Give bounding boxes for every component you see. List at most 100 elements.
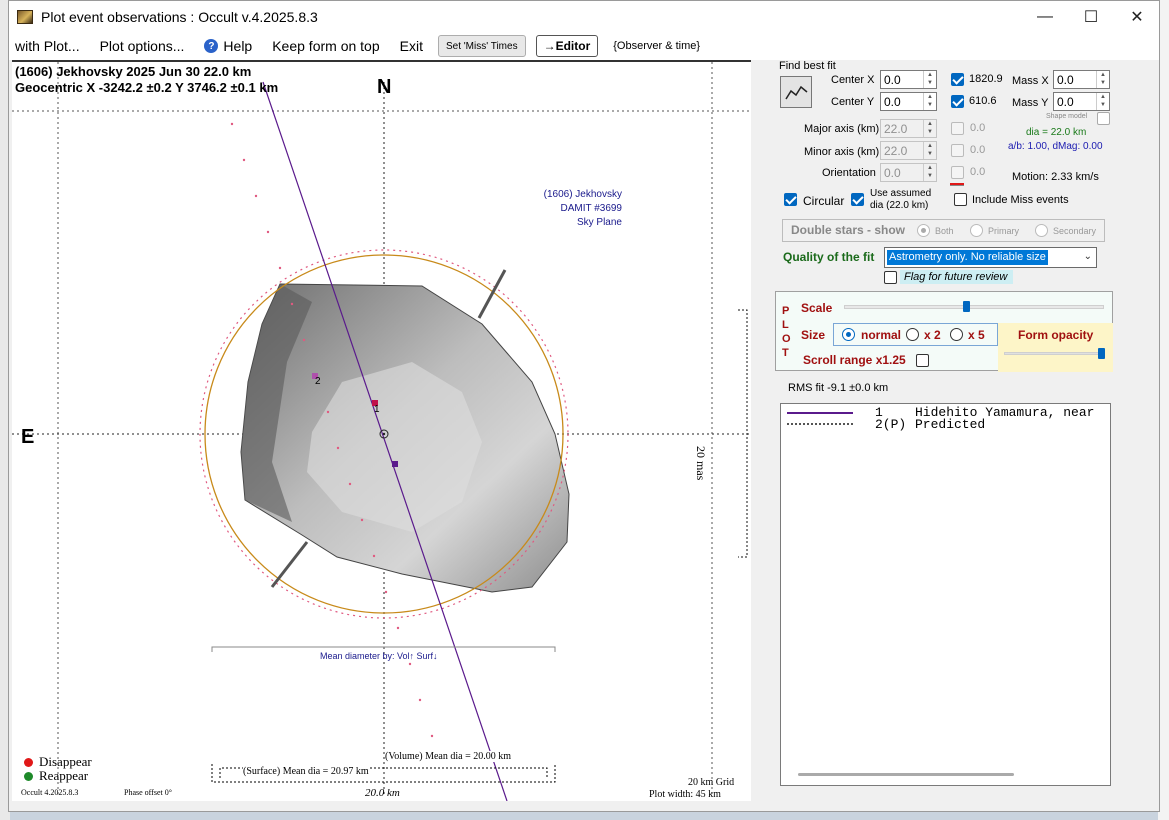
occult-app-icon (17, 9, 33, 24)
mass-y-input[interactable]: 0.0 ▲ ▼ (1053, 92, 1110, 111)
orientation-check-value: 0.0 (970, 166, 986, 178)
mass-y-check-value: 610.6 (969, 95, 997, 107)
diameter-label: dia = 22.0 km (1026, 127, 1087, 138)
scroll-range-checkbox[interactable] (916, 354, 929, 367)
major-axis-spinner[interactable]: ▲ ▼ (923, 120, 936, 137)
flag-review-label: Flag for future review (900, 270, 1014, 284)
version-label: Occult 4.2025.8.3 (21, 788, 79, 797)
mean-diameter-label: Mean diameter by: Vol↑ Surf↓ (320, 651, 438, 661)
help-icon: ? (204, 39, 219, 53)
mass-x-checkbox[interactable] (951, 73, 964, 86)
plot-header-line2: Geocentric X -3242.2 ±0.2 Y 3746.2 ±0.1 … (15, 80, 279, 95)
plot-width-label: Plot width: 45 km (649, 789, 721, 800)
legend-row2-number: 2(P) (875, 417, 907, 432)
ab-dmag-label: a/b: 1.00, dMag: 0.00 (1008, 141, 1103, 152)
find-best-fit-button[interactable] (780, 76, 812, 108)
surface-dia-label: (Surface) Mean dia = 20.97 km (243, 766, 369, 777)
scale-mas-label: 20 mas (694, 446, 708, 481)
set-miss-times-button[interactable]: Set 'Miss' Times (437, 35, 526, 57)
maximize-button[interactable]: ☐ (1068, 1, 1114, 32)
menu-help-label: Help (223, 38, 253, 54)
size-x5-label: x 5 (968, 328, 985, 342)
menu-exit[interactable]: Exit (390, 34, 433, 58)
chord-label-2: 2 (315, 376, 321, 387)
minor-axis-checkbox[interactable] (951, 144, 964, 157)
center-x-spinner[interactable]: ▲ ▼ (923, 71, 936, 88)
center-x-value: 0.0 (884, 72, 901, 87)
mass-x-input[interactable]: 0.0 ▲ ▼ (1053, 70, 1110, 89)
mass-y-spinner[interactable]: ▲ ▼ (1096, 93, 1109, 110)
quality-fit-dropdown[interactable]: Astrometry only. No reliable size ⌄ (884, 247, 1097, 268)
chevron-down-icon: ⌄ (1083, 251, 1092, 262)
grid-label: 20 km Grid (688, 777, 735, 788)
menu-keep-on-top[interactable]: Keep form on top (262, 34, 389, 58)
close-button[interactable]: ✕ (1114, 1, 1160, 32)
scroll-range-label: Scroll range x1.25 (803, 353, 906, 367)
flag-review-checkbox[interactable] (884, 271, 897, 284)
orientation-spinner[interactable]: ▲ ▼ (923, 164, 936, 181)
scale-bar-label: 20.0 km (365, 787, 400, 799)
minor-axis-label: Minor axis (km) (804, 146, 880, 158)
legend-horizontal-scrollbar[interactable] (798, 773, 1014, 776)
mass-y-value: 0.0 (1057, 94, 1074, 109)
window-title: Plot event observations : Occult v.4.202… (41, 8, 318, 25)
orientation-input[interactable]: 0.0 ▲ ▼ (880, 163, 937, 182)
mass-x-spinner[interactable]: ▲ ▼ (1096, 71, 1109, 88)
east-label: E (21, 426, 35, 448)
center-x-input[interactable]: 0.0 ▲ ▼ (880, 70, 937, 89)
center-y-spinner[interactable]: ▲ ▼ (923, 93, 936, 110)
minor-axis-input[interactable]: 22.0 ▲ ▼ (880, 141, 937, 160)
opacity-slider-track[interactable] (1004, 352, 1104, 355)
menu-with-plot[interactable]: with Plot... (9, 34, 90, 58)
secondary-label: Secondary (1053, 226, 1097, 236)
size-normal-radio[interactable] (842, 328, 855, 341)
use-assumed-checkbox[interactable] (851, 193, 864, 206)
menu-plot-options[interactable]: Plot options... (90, 34, 195, 58)
size-x5-radio[interactable] (950, 328, 963, 341)
mass-x-value: 0.0 (1057, 72, 1074, 87)
minor-axis-spinner[interactable]: ▲ ▼ (923, 142, 936, 159)
observer-time-menu[interactable]: {Observer & time} (603, 34, 710, 58)
orientation-value: 0.0 (884, 165, 901, 180)
legend-line-predicted (787, 423, 853, 425)
menu-help[interactable]: ? Help (194, 34, 262, 58)
miss-chord-upper (477, 269, 507, 319)
major-axis-check-value: 0.0 (970, 122, 986, 134)
primary-radio[interactable] (970, 224, 983, 237)
scale-slider-thumb[interactable] (963, 301, 970, 312)
include-miss-checkbox[interactable] (954, 193, 967, 206)
major-axis-input[interactable]: 22.0 ▲ ▼ (880, 119, 937, 138)
both-radio[interactable] (917, 224, 930, 237)
scale-slider-track[interactable] (844, 305, 1104, 309)
editor-button[interactable]: →Editor (535, 35, 599, 57)
shape-model-checkbox[interactable] (1097, 112, 1110, 125)
reappear-dot-icon (24, 771, 33, 781)
opacity-slider-thumb[interactable] (1098, 348, 1105, 359)
size-label: Size (801, 328, 826, 342)
form-opacity-label: Form opacity (1018, 328, 1094, 342)
motion-label: Motion: 2.33 km/s (1012, 171, 1099, 183)
center-y-label: Center Y (831, 96, 875, 108)
rms-fit-label: RMS fit -9.1 ±0.0 km (788, 382, 889, 394)
size-x2-radio[interactable] (906, 328, 919, 341)
center-y-input[interactable]: 0.0 ▲ ▼ (880, 92, 937, 111)
model-label-plane: Sky Plane (576, 217, 622, 228)
orientation-checkbox[interactable] (951, 166, 964, 179)
plot-area[interactable]: (1606) Jekhovsky 2025 Jun 30 22.0 km Geo… (12, 60, 751, 801)
observer-legend-list[interactable]: 1 Hidehito Yamamura, near 2(P) Predicted (780, 403, 1111, 786)
legend-row2-name: Predicted (915, 417, 986, 432)
plot-header-line1: (1606) Jekhovsky 2025 Jun 30 22.0 km (15, 64, 252, 79)
secondary-radio[interactable] (1035, 224, 1048, 237)
include-miss-label: Include Miss events (972, 194, 1069, 206)
circular-checkbox[interactable] (784, 193, 797, 206)
minimize-button[interactable]: — (1022, 1, 1068, 32)
center-y-value: 0.0 (884, 94, 901, 109)
mass-y-checkbox[interactable] (951, 95, 964, 108)
minor-axis-check-value: 0.0 (970, 144, 986, 156)
mass-y-label: Mass Y (1012, 97, 1049, 109)
plot-center-dot (382, 432, 386, 436)
reappear-event-mark (392, 461, 398, 467)
major-axis-checkbox[interactable] (951, 122, 964, 135)
minor-axis-value: 22.0 (884, 143, 908, 158)
reappear-label: Reappear (39, 768, 89, 783)
